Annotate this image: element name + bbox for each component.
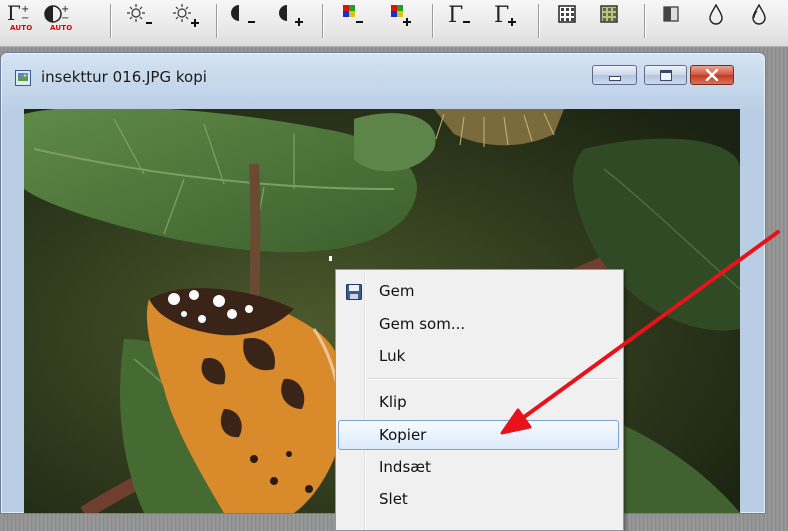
menu-item-klip[interactable]: Klip xyxy=(338,387,619,417)
toolbar-separator xyxy=(322,4,323,38)
color-increase-button[interactable] xyxy=(384,2,416,38)
contrast-increase-icon xyxy=(279,5,303,26)
brightness-decrease-icon xyxy=(127,4,152,24)
menu-item-label: Kopier xyxy=(379,426,427,444)
menu-item-gem-som[interactable]: Gem som... xyxy=(338,309,619,339)
menu-item-label: Klip xyxy=(379,393,407,411)
maximize-icon xyxy=(659,69,672,81)
color-decrease-button[interactable] xyxy=(336,2,368,38)
toolbar-separator xyxy=(644,4,645,38)
color-increase-icon xyxy=(391,5,411,26)
grid-color-icon xyxy=(600,5,618,23)
gamma-increase-icon: Γ xyxy=(494,3,516,28)
toolbar-separator xyxy=(216,4,217,38)
shade-button[interactable] xyxy=(656,2,688,38)
grid-color-button[interactable] xyxy=(594,2,626,38)
menu-item-indsaet[interactable]: Indsæt xyxy=(338,452,619,482)
gamma-auto-icon: Γ + − xyxy=(7,2,29,24)
image-document-icon xyxy=(15,70,31,86)
menu-item-luk[interactable]: Luk xyxy=(338,341,619,371)
maximize-button[interactable] xyxy=(644,65,687,85)
menu-item-label: Indsæt xyxy=(379,458,431,476)
contrast-decrease-button[interactable] xyxy=(228,2,260,38)
shade-icon xyxy=(663,6,679,22)
gamma-decrease-icon: Γ xyxy=(448,3,470,28)
contrast-auto-button[interactable]: + − AUTO xyxy=(42,2,74,38)
menu-item-slet[interactable]: Slet xyxy=(338,484,619,514)
auto-label: AUTO xyxy=(10,24,33,32)
brightness-decrease-button[interactable] xyxy=(124,2,156,38)
toolbar-separator xyxy=(538,4,539,38)
menu-item-label: Luk xyxy=(379,347,406,365)
gamma-increase-button[interactable]: Γ xyxy=(490,2,522,38)
floppy-disk-icon xyxy=(346,284,362,300)
svg-text:−: − xyxy=(21,13,29,24)
contrast-increase-button[interactable] xyxy=(276,2,308,38)
close-icon xyxy=(705,69,719,81)
menu-item-label: Slet xyxy=(379,490,408,508)
toolbar-separator xyxy=(110,4,111,38)
brightness-increase-button[interactable] xyxy=(170,2,202,38)
minimize-button[interactable] xyxy=(592,65,637,85)
grid-icon xyxy=(558,5,576,23)
contrast-decrease-icon xyxy=(231,5,255,23)
close-button[interactable] xyxy=(690,65,734,85)
toolbar-separator xyxy=(432,4,433,38)
window-titlebar[interactable]: insekttur 016.JPG kopi xyxy=(1,53,765,109)
menu-separator xyxy=(368,378,618,379)
window-title: insekttur 016.JPG kopi xyxy=(41,68,207,86)
svg-text:Γ: Γ xyxy=(448,3,463,28)
image-adjust-toolbar: Γ + − AUTO + − AUTO Γ Γ xyxy=(0,0,788,47)
contrast-auto-icon: + − xyxy=(44,4,69,24)
menu-item-kopier[interactable]: Kopier xyxy=(338,420,619,450)
auto-label: AUTO xyxy=(50,24,73,32)
svg-text:Γ: Γ xyxy=(494,3,509,28)
menu-item-label: Gem som... xyxy=(379,315,466,333)
menu-item-label: Gem xyxy=(379,282,415,300)
drops-button[interactable] xyxy=(744,2,776,38)
drop-outline-icon xyxy=(709,3,723,25)
gamma-auto-button[interactable]: Γ + − AUTO xyxy=(4,2,36,38)
brightness-increase-icon xyxy=(173,4,199,27)
svg-text:−: − xyxy=(61,13,69,24)
menu-item-gem[interactable]: Gem xyxy=(338,276,619,306)
minimize-icon xyxy=(608,75,621,81)
drop-outline-button[interactable] xyxy=(700,2,732,38)
color-decrease-icon xyxy=(343,5,363,23)
drops-icon xyxy=(752,3,766,25)
grid-button[interactable] xyxy=(552,2,584,38)
context-menu: Gem Gem som... Luk Klip Kopier Indsæt Sl… xyxy=(335,269,624,531)
svg-text:Γ: Γ xyxy=(7,2,21,24)
gamma-decrease-button[interactable]: Γ xyxy=(444,2,476,38)
